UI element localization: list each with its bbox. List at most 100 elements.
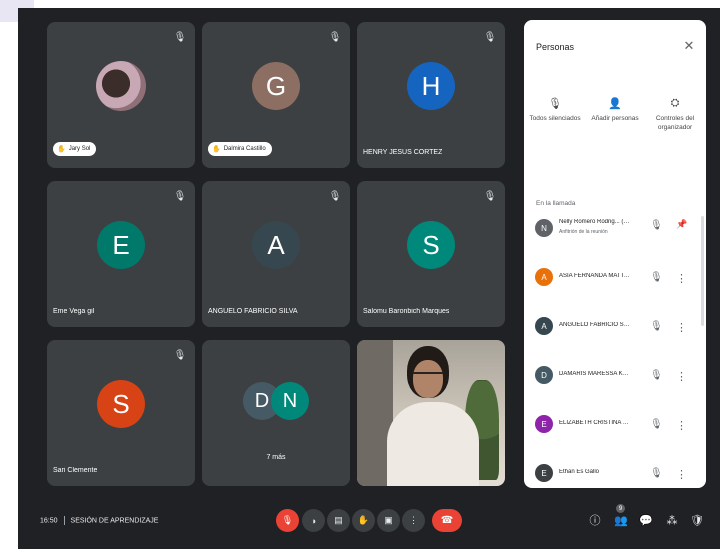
- participant-tile[interactable]: E 🎙 Eme Vega gil: [47, 181, 195, 327]
- activities-icon[interactable]: ⁂: [663, 511, 681, 529]
- raised-hand-badge: ✋ Jary Sol: [53, 142, 97, 156]
- raised-hand-badge: ✋ Dalmira Castillo: [208, 142, 272, 156]
- people-panel: Personas ✕ 🎙 Todos silenciados 👤 Añadir per…: [524, 20, 706, 488]
- bottom-bar: 16:50 SESIÓN DE APRENDIZAJE 🎙 ◑ ▤ ✋ ▣ ⋮ ☎ ⓘ 👥 9 💬 ⁂…: [18, 496, 720, 549]
- mic-off-icon[interactable]: 🎙: [650, 419, 663, 430]
- participant-row[interactable]: A ASIA FERNANDA MATTA... 🎙 ⋮: [524, 257, 706, 301]
- mic-off-icon: 🎙: [328, 31, 342, 43]
- participant-tile[interactable]: S 🎙 Sari Clemente: [47, 340, 195, 486]
- mic-off-icon: 🎙: [281, 515, 294, 525]
- participant-tile[interactable]: H 🎙 HENRY JESUS CORTEZ: [357, 22, 505, 168]
- mic-off-icon[interactable]: 🎙: [650, 321, 663, 332]
- participant-row[interactable]: N Nelly Romero Rodrig... (Tú) Anfitrión de…: [524, 208, 706, 252]
- close-icon[interactable]: ✕: [682, 38, 696, 54]
- people-action-button[interactable]: 🎙 Todos silenciados: [525, 92, 585, 123]
- people-icon[interactable]: 👥 9: [612, 504, 630, 529]
- participant-tile[interactable]: 🎙 ✋ Jary Sol: [47, 22, 195, 168]
- lock-icon[interactable]: 🛡: [688, 511, 706, 529]
- avatar: A: [535, 268, 553, 286]
- avatar: S: [97, 380, 145, 429]
- participant-row[interactable]: A ANGUELO FABRICIO SILVA 🎙 ⋮: [524, 306, 706, 350]
- participant-tile[interactable]: G 🎙 ✋ Dalmira Castillo: [202, 22, 350, 168]
- info-icon[interactable]: ⓘ: [586, 511, 604, 529]
- participant-tile[interactable]: S 🎙 Salomu Baronbich Marques: [357, 181, 505, 327]
- in-call-section-title: En la llamada: [536, 200, 576, 207]
- meeting-name: SESIÓN DE APRENDIZAJE: [70, 517, 159, 525]
- avatar: N: [535, 219, 553, 237]
- avatar: H: [407, 62, 455, 111]
- video-face: [413, 360, 443, 398]
- avatar: N: [271, 382, 309, 421]
- avatar: A: [535, 317, 553, 335]
- more-options-icon[interactable]: ⋮: [676, 272, 687, 285]
- avatar: [96, 61, 146, 112]
- more-options-icon[interactable]: ⋮: [676, 468, 687, 481]
- present-icon: ▣: [384, 515, 393, 525]
- participant-name: ANGUELO FABRICIO SILVA: [559, 322, 631, 328]
- more-options-icon[interactable]: ⋮: [676, 370, 687, 383]
- divider: [63, 516, 65, 525]
- end-call-icon: ☎: [440, 515, 454, 526]
- raise-hand-icon: ✋: [212, 146, 221, 153]
- avatar: E: [97, 221, 145, 270]
- mic-off-icon[interactable]: 🎙: [650, 220, 663, 231]
- mic-off-icon: 🎙: [173, 190, 187, 202]
- host-controls-icon: ⛭: [670, 96, 680, 109]
- end-call-button[interactable]: ☎: [432, 509, 462, 532]
- mic-off-icon: 🎙: [173, 31, 187, 43]
- captions-icon: ▤: [334, 515, 343, 525]
- avatar: E: [535, 415, 553, 433]
- more-participants-tile[interactable]: DN 7 más: [202, 340, 350, 486]
- mic-off-icon[interactable]: 🎙: [650, 370, 663, 381]
- meeting-meta: 16:50 SESIÓN DE APRENDIZAJE: [40, 516, 158, 525]
- participant-name: Ethan Es Gallo: [559, 469, 600, 475]
- lock-icon-glyph: 🛡: [690, 514, 704, 527]
- mic-off-icon[interactable]: 🎙: [650, 272, 663, 283]
- more-count-label: 7 más: [266, 454, 286, 461]
- raise-hand-icon: ✋: [57, 146, 66, 153]
- video-glasses: [413, 372, 443, 379]
- participant-name: DAMARIS MARESSA KRYS...: [559, 371, 631, 377]
- video-feed-tile[interactable]: [357, 340, 505, 486]
- grouped-avatars: DN: [243, 382, 309, 421]
- video-body: [387, 402, 479, 486]
- present-button[interactable]: ▣: [377, 509, 400, 532]
- participant-row[interactable]: E ELIZABETH CRISTINA DEL... 🎙 ⋮: [524, 404, 706, 448]
- people-panel-title: Personas: [536, 42, 575, 52]
- info-icon-glyph: ⓘ: [589, 515, 601, 527]
- mic-off-icon: 🎙: [328, 190, 342, 202]
- scrollbar[interactable]: [701, 216, 704, 326]
- pin-icon[interactable]: 📌: [676, 219, 687, 230]
- participant-row[interactable]: D DAMARIS MARESSA KRYS... 🎙 ⋮: [524, 355, 706, 399]
- participant-name: Eme Vega gil: [53, 308, 95, 315]
- participant-name: Dalmira Castillo: [223, 146, 266, 152]
- participant-role: Anfitrión de la reunión: [559, 229, 608, 235]
- mic-off-icon: 🎙: [483, 190, 497, 202]
- avatar: A: [252, 221, 300, 270]
- mic-off-button[interactable]: 🎙: [276, 509, 299, 532]
- more-options-button[interactable]: ⋮: [402, 509, 425, 532]
- people-actions: 🎙 Todos silenciados 👤 Añadir personas ⛭ Contr…: [524, 92, 706, 162]
- more-options-icon[interactable]: ⋮: [676, 419, 687, 432]
- camera-button[interactable]: ◑: [302, 509, 325, 532]
- captions-button[interactable]: ▤: [327, 509, 350, 532]
- participant-name: Sari Clemente: [53, 467, 98, 474]
- mic-off-icon[interactable]: 🎙: [650, 468, 663, 479]
- participant-name: ANGUELO FABRICIO SILVA: [208, 308, 298, 315]
- participant-name: Salomu Baronbich Marques: [363, 308, 450, 315]
- participant-tile[interactable]: A 🎙 ANGUELO FABRICIO SILVA: [202, 181, 350, 327]
- camera-icon: ◑: [310, 515, 317, 526]
- people-action-button[interactable]: ⛭ Controles del organizador: [645, 92, 705, 133]
- more-options-icon: ⋮: [409, 515, 418, 525]
- raise-hand-icon: ✋: [357, 515, 370, 525]
- people-action-label: Todos silenciados: [529, 115, 581, 122]
- people-action-label: Añadir personas: [591, 115, 639, 122]
- mic-off-icon: 🎙: [483, 31, 497, 43]
- raise-hand-button[interactable]: ✋: [352, 509, 375, 532]
- people-action-button[interactable]: 👤 Añadir personas: [585, 92, 645, 123]
- more-options-icon[interactable]: ⋮: [676, 321, 687, 334]
- participant-count-badge: 9: [616, 504, 625, 513]
- people-action-label: Controles del organizador: [655, 115, 695, 132]
- participant-row[interactable]: E Ethan Es Gallo 🎙 ⋮: [524, 453, 706, 488]
- chat-icon[interactable]: 💬: [637, 511, 655, 529]
